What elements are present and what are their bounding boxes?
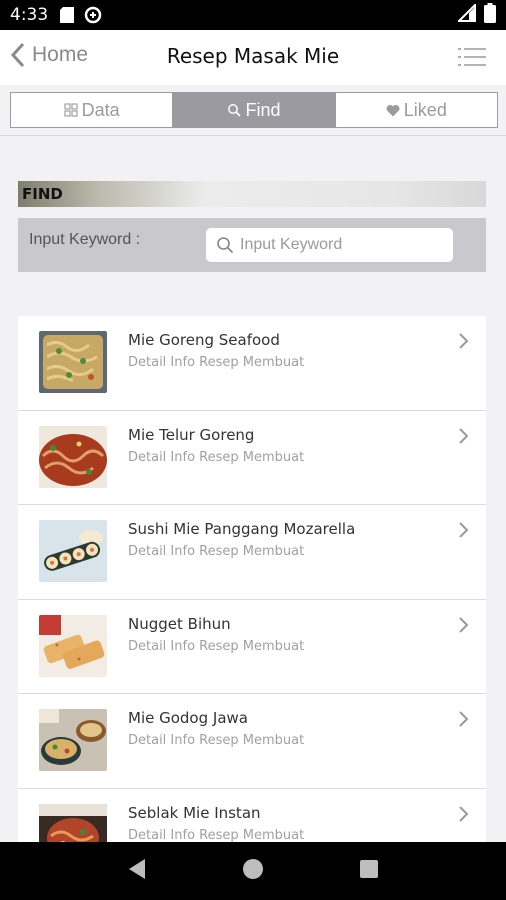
list-item[interactable]: Mie Goreng Seafood Detail Info Resep Mem… xyxy=(18,316,486,411)
tab-find-label: Find xyxy=(245,99,281,120)
grid-icon xyxy=(64,103,78,117)
recipe-name: Sushi Mie Panggang Mozarella xyxy=(128,520,356,538)
recipe-thumbnail xyxy=(39,425,107,488)
recipe-thumbnail xyxy=(39,709,107,771)
recipe-thumbnail xyxy=(39,331,107,393)
heart-icon xyxy=(386,104,400,116)
recipe-subtitle: Detail Info Resep Membuat xyxy=(128,355,305,370)
recipe-subtitle: Detail Info Resep Membuat xyxy=(128,733,305,748)
recipe-thumbnail xyxy=(39,614,107,677)
recipe-subtitle: Detail Info Resep Membuat xyxy=(128,449,305,465)
signal-icon xyxy=(456,2,476,27)
tab-liked[interactable]: Liked xyxy=(336,93,497,127)
nav-bar: Home Resep Masak Mie xyxy=(0,30,506,85)
search-input[interactable] xyxy=(240,236,440,254)
list-item[interactable]: Sushi Mie Panggang Mozarella Detail Info… xyxy=(18,505,486,600)
list-item[interactable]: Mie Godog Jawa Detail Info Resep Membuat xyxy=(18,694,486,789)
search-icon xyxy=(217,237,234,254)
data-saver-icon xyxy=(84,6,102,24)
search-icon xyxy=(228,104,242,117)
status-time: 4:33 xyxy=(10,5,49,25)
search-panel: Input Keyword : xyxy=(18,218,486,272)
search-box[interactable] xyxy=(206,228,453,262)
page-title: Resep Masak Mie xyxy=(166,44,340,68)
recipe-name: Seblak Mie Instan xyxy=(128,803,261,822)
tab-data-label: Data xyxy=(81,99,120,120)
tab-data[interactable]: Data xyxy=(11,93,174,127)
recipe-name: Mie Goreng Seafood xyxy=(128,331,280,349)
recipe-name: Mie Godog Jawa xyxy=(128,709,248,727)
chevron-right-icon xyxy=(459,805,469,822)
tab-bar: Data Find Liked xyxy=(10,92,498,128)
recipe-name: Mie Telur Goreng xyxy=(128,425,255,444)
status-bar: 4:33 xyxy=(0,0,506,30)
chevron-right-icon xyxy=(459,522,469,538)
recipe-thumbnail xyxy=(39,803,107,842)
tab-find[interactable]: Find xyxy=(173,93,336,127)
chevron-right-icon xyxy=(459,711,469,727)
recipe-list: Mie Goreng Seafood Detail Info Resep Mem… xyxy=(18,316,486,842)
recipe-subtitle: Detail Info Resep Membuat xyxy=(128,638,305,654)
recipe-subtitle: Detail Info Resep Membuat xyxy=(128,827,305,843)
sd-card-icon xyxy=(60,7,75,23)
recents-square-icon[interactable] xyxy=(359,859,379,884)
chevron-right-icon xyxy=(459,616,469,633)
divider xyxy=(0,135,506,136)
list-item[interactable]: Mie Telur Goreng Detail Info Resep Membu… xyxy=(18,411,486,505)
battery-icon xyxy=(484,2,496,28)
tab-liked-label: Liked xyxy=(403,99,447,120)
recipe-subtitle: Detail Info Resep Membuat xyxy=(128,544,305,559)
home-circle-icon[interactable] xyxy=(242,858,264,885)
list-item[interactable]: Seblak Mie Instan Detail Info Resep Memb… xyxy=(18,789,486,843)
list-menu-icon[interactable] xyxy=(458,46,486,73)
find-header: FIND xyxy=(18,181,486,207)
list-item[interactable]: Nugget Bihun Detail Info Resep Membuat xyxy=(18,600,486,694)
recipe-thumbnail xyxy=(39,520,107,582)
find-header-label: FIND xyxy=(22,185,63,203)
chevron-right-icon xyxy=(459,333,469,349)
back-triangle-icon[interactable] xyxy=(127,858,147,885)
recipe-name: Nugget Bihun xyxy=(128,614,231,633)
system-nav-bar xyxy=(0,842,506,900)
chevron-right-icon xyxy=(459,427,469,444)
search-label: Input Keyword : xyxy=(29,231,141,248)
